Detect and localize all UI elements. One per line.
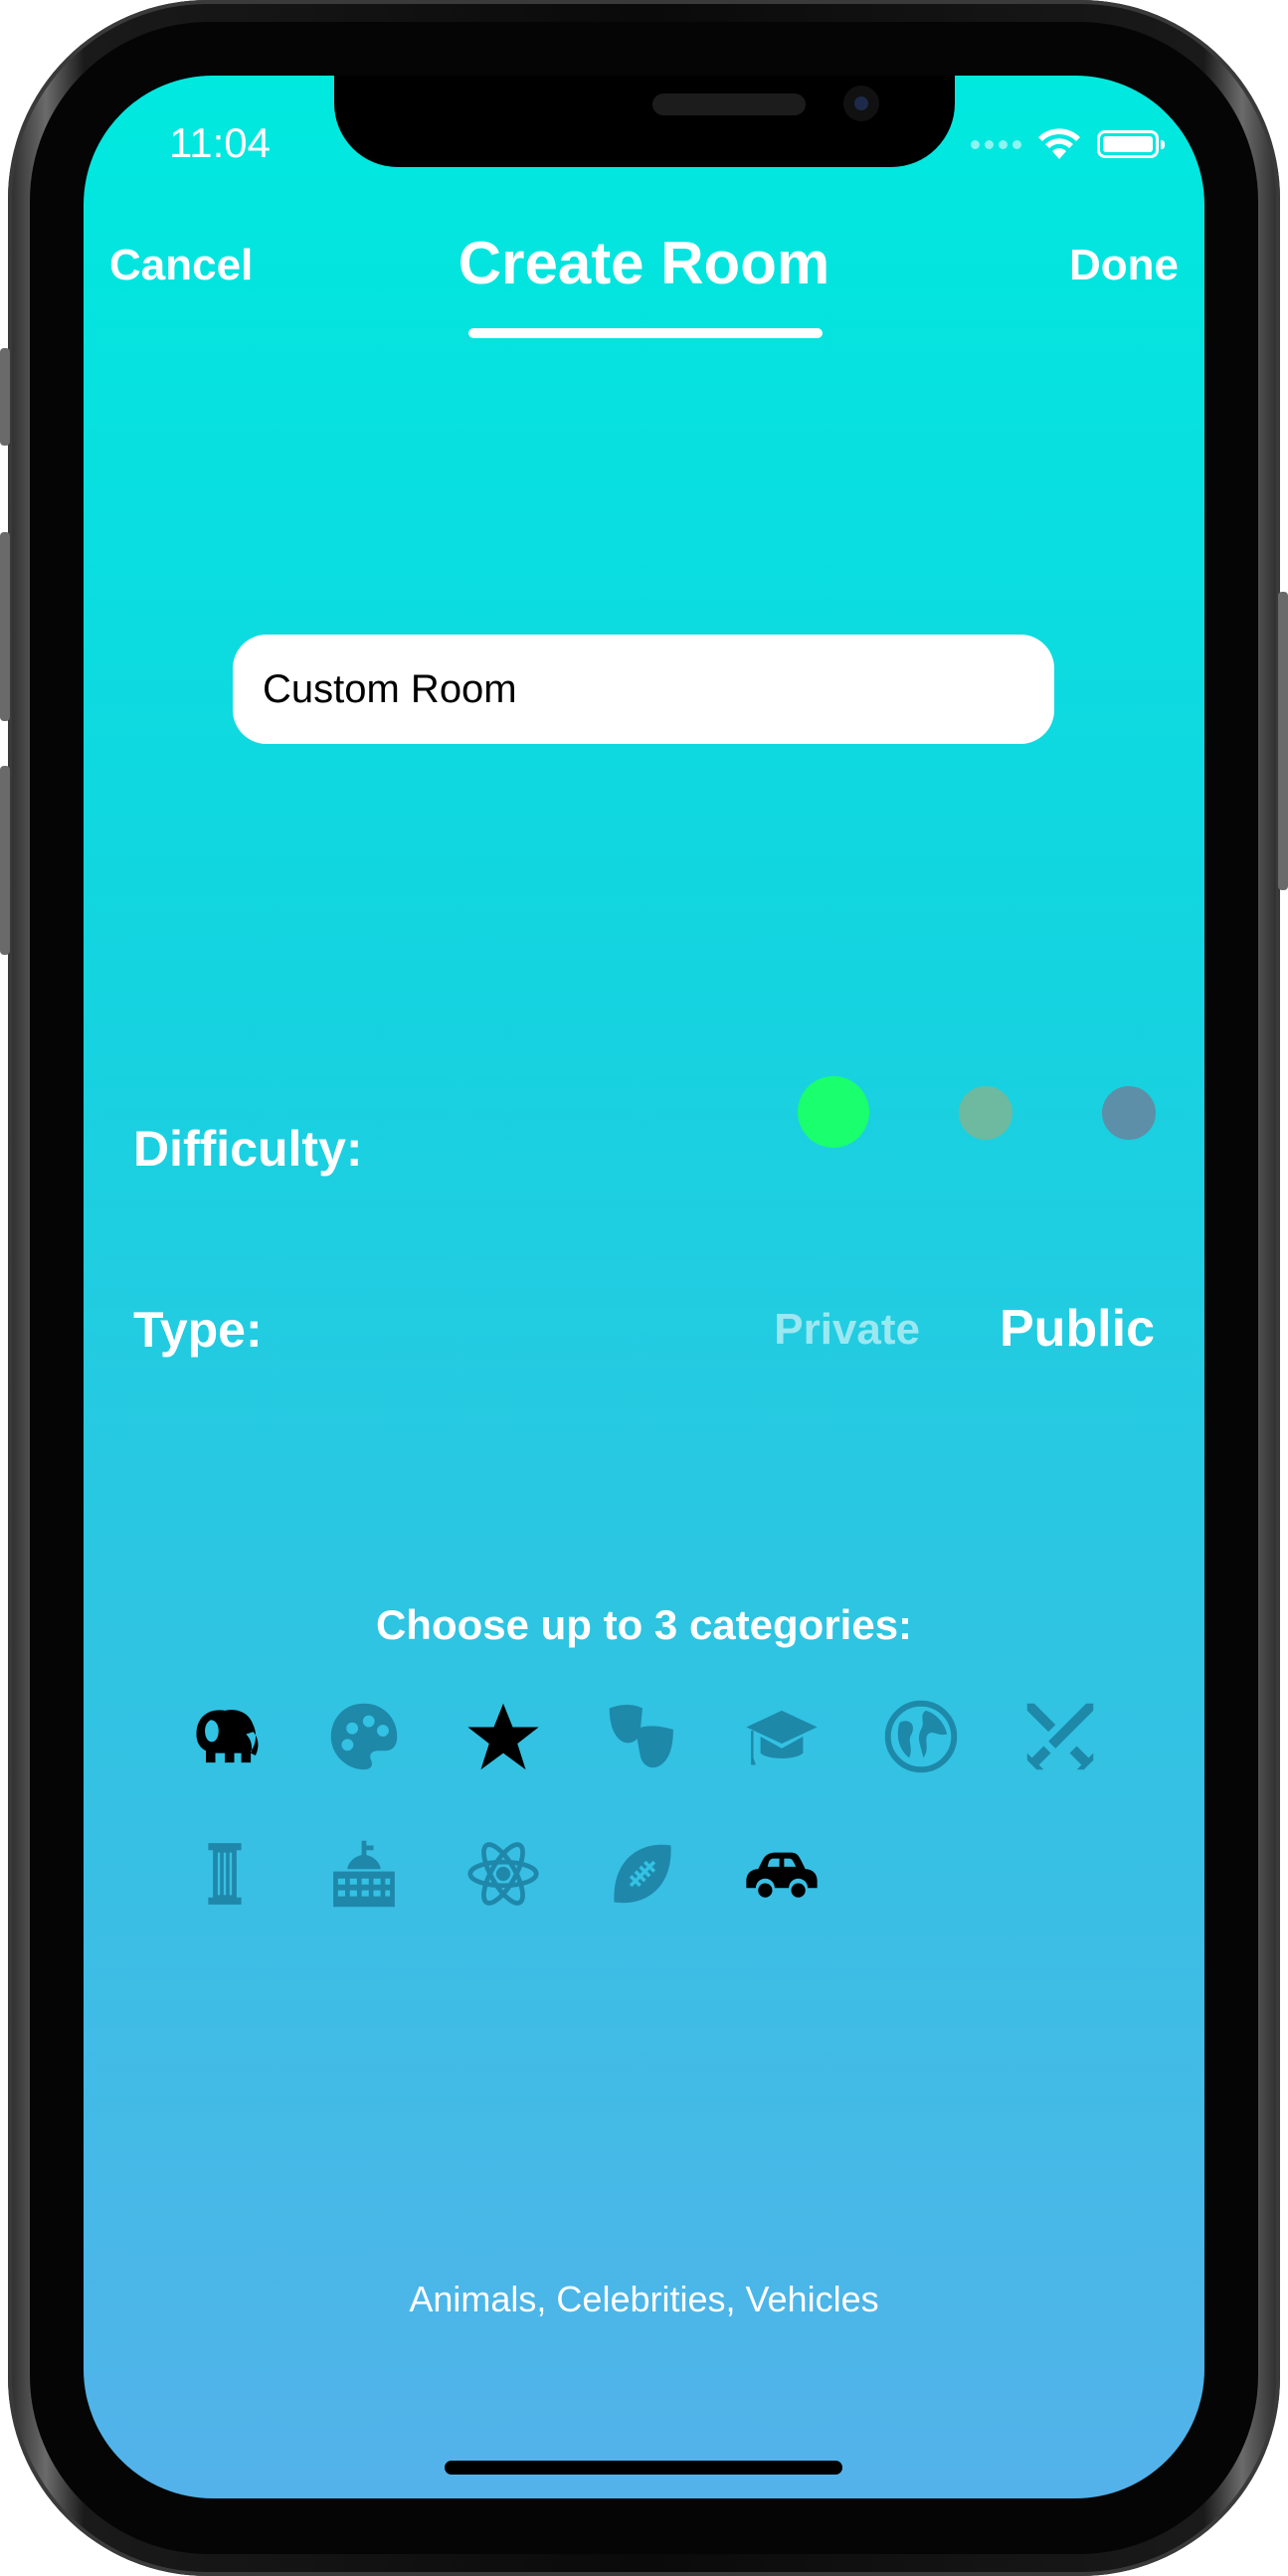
crossed-swords-icon xyxy=(1026,1703,1094,1770)
category-sports-button[interactable] xyxy=(603,1834,682,1914)
notch xyxy=(334,76,955,167)
battery-icon xyxy=(1097,130,1165,158)
status-indicators xyxy=(971,127,1165,161)
page-title: Create Room xyxy=(458,230,830,296)
category-geography-button[interactable] xyxy=(881,1697,961,1776)
screen: 11:04 Cancel Create Room Done Difficulty… xyxy=(84,76,1204,2498)
globe-icon xyxy=(884,1700,958,1773)
title-underline xyxy=(468,328,823,338)
car-icon xyxy=(746,1852,818,1898)
category-animals-button[interactable] xyxy=(185,1697,265,1776)
category-science-button[interactable] xyxy=(463,1834,543,1914)
column-icon xyxy=(208,1843,242,1905)
football-icon xyxy=(614,1844,671,1904)
category-education-button[interactable] xyxy=(742,1697,822,1776)
elephant-icon xyxy=(196,1710,259,1763)
theater-masks-icon xyxy=(609,1704,673,1768)
power-button xyxy=(1278,592,1288,890)
category-vehicles-button[interactable] xyxy=(742,1834,822,1914)
wifi-icon xyxy=(1038,128,1080,159)
category-politics-button[interactable] xyxy=(324,1834,404,1914)
graduation-cap-icon xyxy=(746,1710,818,1765)
star-icon xyxy=(467,1703,539,1770)
atom-icon xyxy=(467,1842,539,1906)
type-label: Type: xyxy=(133,1302,263,1358)
difficulty-hard-button[interactable] xyxy=(1102,1086,1156,1140)
category-celebrities-button[interactable] xyxy=(463,1697,543,1776)
difficulty-label: Difficulty: xyxy=(133,1121,363,1177)
home-indicator[interactable] xyxy=(445,2461,842,2475)
volume-up-button xyxy=(0,532,10,721)
category-ancient-button[interactable] xyxy=(185,1834,265,1914)
speaker xyxy=(652,93,806,115)
room-name-input[interactable] xyxy=(233,635,1054,744)
category-entertainment-button[interactable] xyxy=(603,1697,682,1776)
selected-categories-text: Animals, Celebrities, Vehicles xyxy=(409,2279,879,2319)
cellular-signal-icon xyxy=(971,139,1021,149)
type-public-option[interactable]: Public xyxy=(1000,1299,1155,1359)
categories-heading: Choose up to 3 categories: xyxy=(375,1601,913,1648)
front-camera xyxy=(843,86,879,121)
status-time: 11:04 xyxy=(169,119,271,166)
category-history-button[interactable] xyxy=(1020,1697,1100,1776)
done-button[interactable]: Done xyxy=(1069,241,1179,290)
category-art-button[interactable] xyxy=(324,1697,404,1776)
type-private-option[interactable]: Private xyxy=(774,1305,920,1355)
government-building-icon xyxy=(333,1840,395,1908)
volume-down-button xyxy=(0,766,10,955)
difficulty-medium-button[interactable] xyxy=(959,1086,1012,1140)
silent-switch xyxy=(0,348,10,446)
difficulty-easy-button[interactable] xyxy=(798,1076,869,1148)
palette-icon xyxy=(330,1703,398,1770)
